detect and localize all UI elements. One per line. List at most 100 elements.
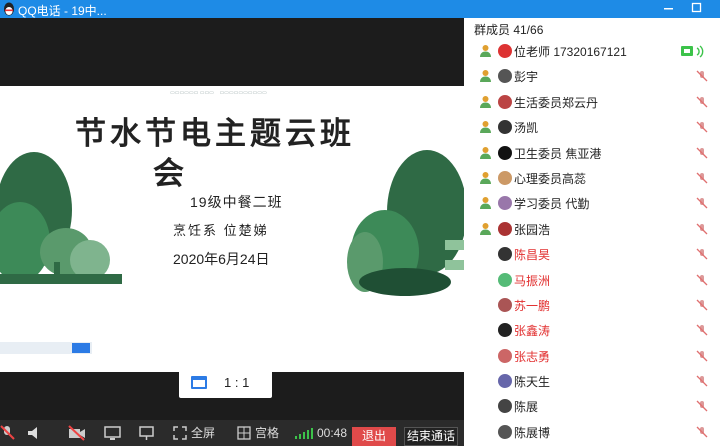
avatar [498, 348, 512, 363]
member-row[interactable]: 彭宇 [464, 64, 720, 89]
mic-muted-icon [696, 70, 708, 82]
member-row[interactable]: 张鑫涛 [464, 318, 720, 343]
member-row[interactable]: 陈展博 [464, 420, 720, 445]
mic-muted-icon [696, 426, 708, 438]
member-name: 张鑫涛 [514, 324, 551, 339]
member-name: 彭宇 [514, 70, 539, 85]
member-name: 苏一鹏 [514, 298, 551, 313]
member-row[interactable]: 陈天生 [464, 369, 720, 394]
member-row[interactable]: 张志勇 [464, 344, 720, 369]
admin-user-icon [480, 95, 491, 108]
mic-mute-button[interactable] [0, 420, 18, 446]
member-name: 位老师 17320167121 [514, 45, 627, 59]
minimize-icon [664, 8, 673, 10]
presentation-button[interactable] [138, 420, 156, 446]
member-name: 陈昌昊 [514, 248, 551, 263]
slide-title: 节水节电主题云班 会 [75, 114, 375, 194]
admin-user-icon [480, 197, 491, 210]
call-toolbar: 全屏 宫格 00:48 退出 结束通话 [0, 420, 464, 446]
mic-muted-icon [696, 350, 708, 362]
mic-muted-icon [696, 248, 708, 260]
avatar [498, 297, 512, 312]
window-title: QQ电话 - 19中... [18, 4, 107, 18]
member-row[interactable]: 心理委员高蕊 [464, 166, 720, 191]
avatar [498, 247, 512, 262]
grid-label: 宫格 [255, 426, 280, 440]
member-name: 张园浩 [514, 222, 551, 237]
speaker-button[interactable] [26, 420, 44, 446]
mic-muted-icon [696, 172, 708, 184]
slide-class-name: 19级中餐二班 [190, 194, 283, 210]
admin-user-icon [480, 171, 491, 184]
member-name: 心理委员高蕊 [514, 171, 587, 186]
ratio-label: 1 : 1 [224, 375, 250, 390]
avatar [498, 69, 512, 84]
slide-teacher: 烹饪系 位楚娣 [173, 223, 269, 238]
member-name: 生活委员郑云丹 [514, 95, 599, 110]
avatar [498, 374, 512, 389]
fullscreen-label: 全屏 [191, 426, 216, 440]
mic-muted-icon [696, 324, 708, 336]
admin-user-icon [480, 222, 491, 235]
mic-muted-icon [696, 96, 708, 108]
fullscreen-button[interactable]: 全屏 [172, 420, 222, 446]
admin-user-icon [480, 70, 491, 83]
admin-user-icon [480, 121, 491, 134]
mic-muted-icon [696, 299, 708, 311]
member-row[interactable]: 陈展 [464, 394, 720, 419]
minimize-button[interactable] [658, 0, 680, 18]
avatar [498, 170, 512, 185]
speaker-icon [28, 427, 37, 439]
qq-logo-icon [4, 2, 14, 16]
slide-date: 2020年6月24日 [173, 251, 270, 267]
member-row[interactable]: 张园浩 [464, 217, 720, 242]
member-row[interactable]: 学习委员 代勤 [464, 191, 720, 216]
mic-muted-icon [696, 147, 708, 159]
fullscreen-icon [173, 426, 187, 440]
member-panel: 群成员 41/66 位老师 17320167121 彭宇 生活委员郑云丹 汤凯 卫生委员… [464, 18, 720, 446]
member-row[interactable]: 位老师 17320167121 [464, 39, 720, 64]
avatar [498, 221, 512, 236]
speaking-icon [681, 45, 704, 58]
ratio-control[interactable]: 1 : 1 [179, 368, 272, 398]
video-stage[interactable]: ▭▭▭▭▭▭ ▭▭▭ ▭▭▭▭▭▭▭▭▭▭ 节水节电主题云班 会 19级中餐二班… [0, 18, 464, 420]
member-list[interactable]: 位老师 17320167121 彭宇生活委员郑云丹 汤凯卫生委员 焦亚港心理委员高蕊… [464, 39, 720, 445]
window-icon [191, 376, 207, 389]
shared-taskbar [0, 342, 92, 354]
shared-screen: ▭▭▭▭▭▭ ▭▭▭ ▭▭▭▭▭▭▭▭▭▭ 节水节电主题云班 会 19级中餐二班… [0, 86, 464, 372]
avatar [498, 44, 512, 58]
slide-title-line-2: 会 [153, 156, 188, 191]
grid-view-button[interactable]: 宫格 [236, 420, 286, 446]
avatar [498, 94, 512, 109]
member-name: 汤凯 [514, 121, 539, 136]
end-call-button[interactable]: 结束通话 [404, 427, 458, 446]
title-bar: QQ电话 - 19中... [0, 0, 464, 18]
slide-header-links: ▭▭▭▭▭▭ ▭▭▭ ▭▭▭▭▭▭▭▭▭▭ [170, 90, 267, 96]
camera-off-icon [68, 425, 85, 441]
admin-user-icon [480, 45, 491, 57]
member-row[interactable]: 苏一鹏 [464, 293, 720, 318]
avatar [498, 323, 512, 338]
call-status: 00:48 [294, 420, 348, 446]
member-name: 学习委员 代勤 [514, 197, 590, 212]
member-row[interactable]: 生活委员郑云丹 [464, 90, 720, 115]
mic-muted-icon [0, 425, 15, 440]
share-screen-button[interactable] [104, 420, 122, 446]
mic-muted-icon [696, 375, 708, 387]
member-row[interactable]: 卫生委员 焦亚港 [464, 141, 720, 166]
member-name: 陈展 [514, 400, 539, 415]
mic-muted-icon [696, 121, 708, 133]
grid-icon [237, 426, 251, 440]
window-controls [464, 0, 720, 18]
member-name: 陈天生 [514, 375, 551, 390]
avatar [498, 272, 512, 287]
maximize-button[interactable] [686, 0, 708, 18]
member-row[interactable]: 汤凯 [464, 115, 720, 140]
presentation-icon [139, 426, 154, 440]
member-row[interactable]: 陈昌昊 [464, 242, 720, 267]
mic-muted-icon [696, 274, 708, 285]
camera-off-button[interactable] [68, 420, 86, 446]
admin-user-icon [480, 146, 491, 159]
exit-button[interactable]: 退出 [352, 427, 396, 446]
member-row[interactable]: 马振洲 [464, 268, 720, 293]
